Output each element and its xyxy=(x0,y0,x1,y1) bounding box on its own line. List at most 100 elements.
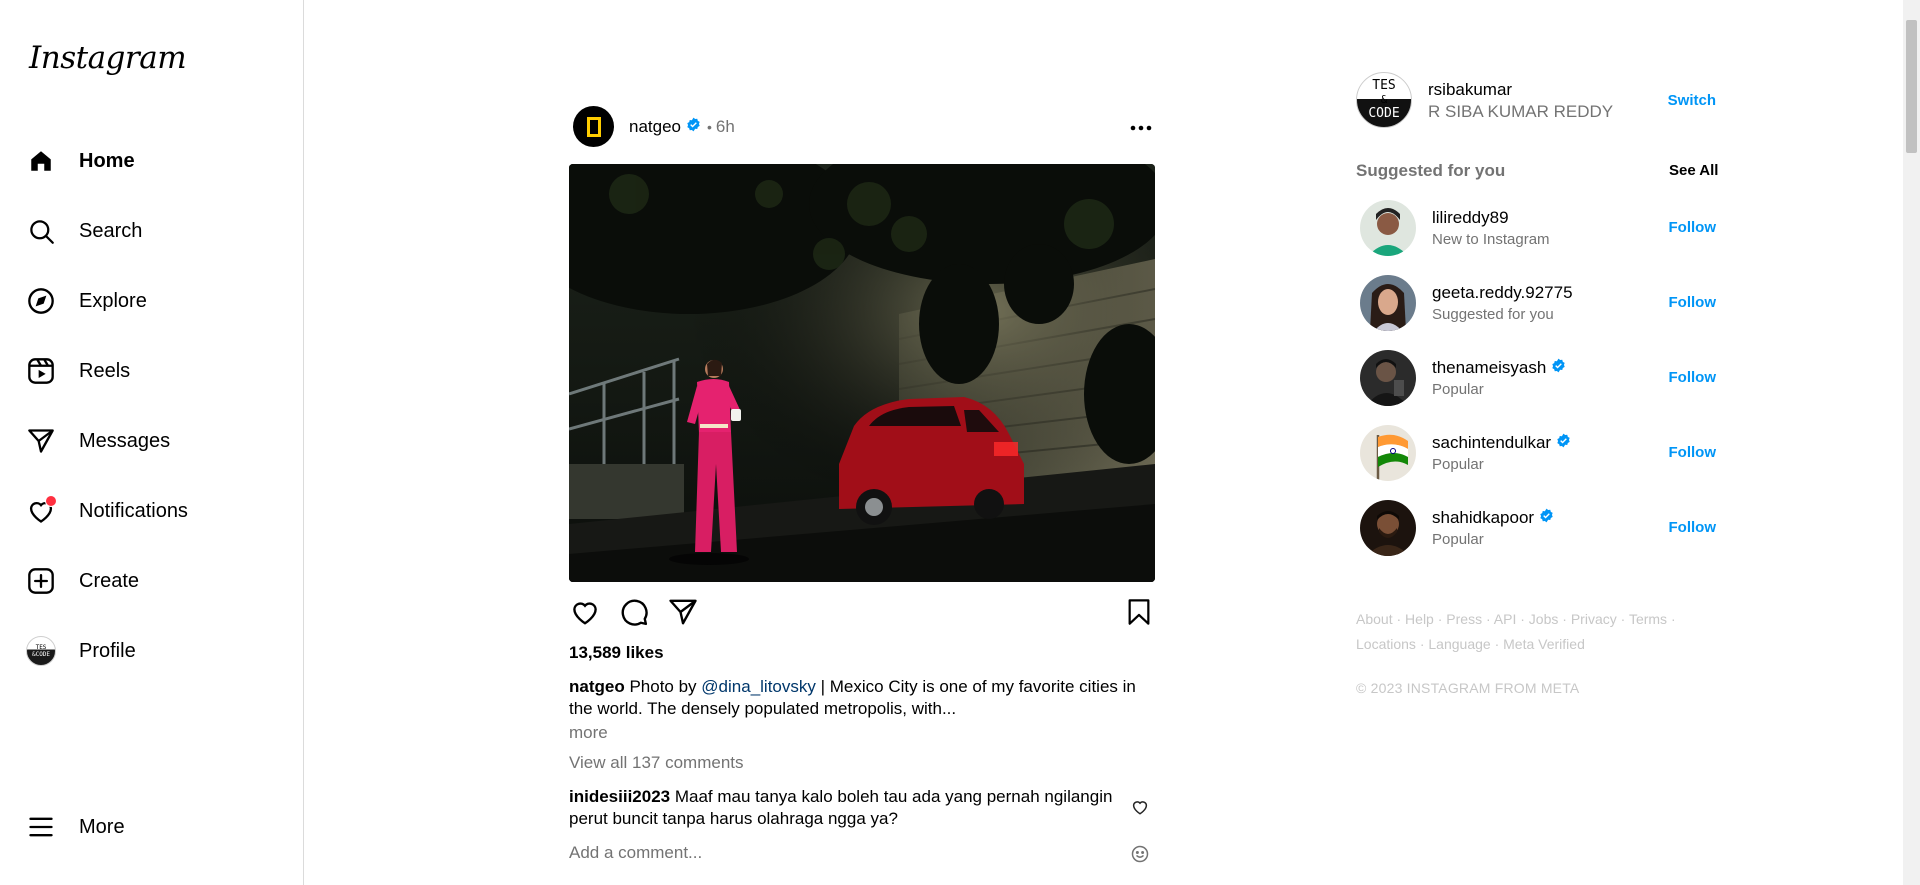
sidebar-item-home[interactable]: Home xyxy=(26,137,276,185)
footer-link-jobs[interactable]: Jobs xyxy=(1529,611,1559,627)
sidebar-item-explore[interactable]: Explore xyxy=(26,277,276,325)
current-user-fullname: R SIBA KUMAR REDDY xyxy=(1428,102,1614,121)
natgeo-avatar[interactable] xyxy=(573,106,614,147)
separator-dot: • xyxy=(707,119,712,135)
suggestion-username[interactable]: sachintendulkar xyxy=(1432,433,1551,453)
sidebar-item-create[interactable]: Create xyxy=(26,557,276,605)
footer-link-press[interactable]: Press xyxy=(1446,611,1482,627)
notification-dot xyxy=(45,495,57,507)
copyright-text: © 2023 INSTAGRAM FROM META xyxy=(1356,680,1580,696)
caption-username[interactable]: natgeo xyxy=(569,677,625,696)
like-button[interactable] xyxy=(569,596,601,628)
natgeo-logo-icon xyxy=(586,116,601,137)
suggestion-item: lilireddy89 New to Instagram Follow xyxy=(1356,200,1716,256)
heart-icon xyxy=(1132,801,1148,815)
footer-links: About · Help · Press · API · Jobs · Priv… xyxy=(1356,611,1676,652)
footer-link-language[interactable]: Language xyxy=(1428,636,1490,652)
sidebar-item-label: Notifications xyxy=(79,499,188,522)
suggestion-avatar[interactable] xyxy=(1360,500,1416,556)
follow-button[interactable]: Follow xyxy=(1669,219,1717,236)
reels-icon xyxy=(26,356,56,386)
footer-link-terms[interactable]: Terms xyxy=(1629,611,1667,627)
footer-link-privacy[interactable]: Privacy xyxy=(1571,611,1617,627)
save-button[interactable] xyxy=(1123,596,1155,628)
post-timestamp[interactable]: 6h xyxy=(716,117,735,137)
emoji-button[interactable] xyxy=(1131,845,1149,863)
search-icon xyxy=(26,216,56,246)
caption-more-link[interactable]: more xyxy=(569,723,608,743)
more-horizontal-icon xyxy=(1130,125,1152,131)
post-caption: natgeo Photo by @dina_litovsky | Mexico … xyxy=(569,676,1155,720)
sidebar-item-label: Reels xyxy=(79,359,131,382)
suggestion-avatar[interactable] xyxy=(1360,200,1416,256)
paper-plane-icon xyxy=(669,599,697,625)
caption-mention-link[interactable]: @dina_litovsky xyxy=(701,677,816,696)
see-all-link[interactable]: See All xyxy=(1669,162,1718,179)
suggestion-subtitle: Suggested for you xyxy=(1432,306,1554,323)
post-photo[interactable] xyxy=(569,164,1155,582)
sidebar: Instagram Home Search Explore Reels Mess… xyxy=(0,0,304,885)
page-scrollbar[interactable] xyxy=(1903,0,1920,885)
comment-bubble-icon xyxy=(621,599,648,626)
sidebar-item-label: More xyxy=(79,815,125,838)
caption-text: Photo by xyxy=(624,677,702,696)
add-comment-input[interactable] xyxy=(569,843,1129,863)
suggestion-username[interactable]: shahidkapoor xyxy=(1432,508,1534,528)
suggestion-item: geeta.reddy.92775 Suggested for you Foll… xyxy=(1356,275,1716,331)
scrollbar-thumb[interactable] xyxy=(1906,20,1917,153)
follow-button[interactable]: Follow xyxy=(1669,444,1717,461)
sidebar-item-search[interactable]: Search xyxy=(26,207,276,255)
share-button[interactable] xyxy=(667,596,699,628)
suggestion-subtitle: Popular xyxy=(1432,531,1484,548)
post-actions xyxy=(569,596,1155,628)
home-icon xyxy=(26,146,56,176)
suggestion-avatar[interactable] xyxy=(1360,275,1416,331)
comment-like-button[interactable] xyxy=(1131,798,1149,816)
sidebar-item-label: Search xyxy=(79,219,143,242)
comment-username[interactable]: inidesiii2023 xyxy=(569,787,670,806)
sidebar-item-more[interactable]: More xyxy=(26,803,276,851)
footer-link-locations[interactable]: Locations xyxy=(1356,636,1416,652)
suggestions-title: Suggested for you xyxy=(1356,161,1506,180)
switch-account-button[interactable]: Switch xyxy=(1668,92,1716,109)
footer-link-meta-verified[interactable]: Meta Verified xyxy=(1503,636,1585,652)
compass-icon xyxy=(26,286,56,316)
footer-link-api[interactable]: API xyxy=(1494,611,1517,627)
sidebar-item-messages[interactable]: Messages xyxy=(26,417,276,465)
sidebar-item-notifications[interactable]: Notifications xyxy=(26,487,276,535)
hamburger-menu-icon xyxy=(26,812,56,842)
suggestion-subtitle: Popular xyxy=(1432,381,1484,398)
post-options-button[interactable] xyxy=(1127,114,1155,142)
view-all-comments-link[interactable]: View all 137 comments xyxy=(569,753,744,773)
instagram-logo[interactable]: Instagram xyxy=(29,40,187,76)
post-username[interactable]: natgeo xyxy=(629,117,681,137)
suggestion-avatar[interactable] xyxy=(1360,425,1416,481)
current-user-avatar[interactable]: TES & CODE xyxy=(1356,72,1412,128)
comment-button[interactable] xyxy=(618,596,650,628)
suggestion-subtitle: New to Instagram xyxy=(1432,231,1550,248)
suggestion-username[interactable]: thenameisyash xyxy=(1432,358,1546,378)
current-username[interactable]: rsibakumar xyxy=(1428,80,1512,100)
sidebar-item-profile[interactable]: TES &CODE Profile xyxy=(26,627,276,675)
follow-button[interactable]: Follow xyxy=(1669,519,1717,536)
sidebar-item-reels[interactable]: Reels xyxy=(26,347,276,395)
comment-item: inidesiii2023 Maaf mau tanya kalo boleh … xyxy=(569,786,1129,830)
verified-badge-icon xyxy=(1539,508,1554,528)
suggestion-subtitle: Popular xyxy=(1432,456,1484,473)
plus-square-icon xyxy=(26,566,56,596)
suggestion-username[interactable]: lilireddy89 xyxy=(1432,208,1509,228)
post-header: natgeo • 6h xyxy=(573,106,1155,150)
bookmark-icon xyxy=(1128,599,1150,625)
footer-link-about[interactable]: About xyxy=(1356,611,1393,627)
paper-plane-icon xyxy=(26,426,56,456)
suggestion-avatar[interactable] xyxy=(1360,350,1416,406)
verified-badge-icon xyxy=(1556,433,1571,453)
suggestion-username[interactable]: geeta.reddy.92775 xyxy=(1432,283,1573,303)
follow-button[interactable]: Follow xyxy=(1669,294,1717,311)
verified-badge-icon xyxy=(1551,358,1566,378)
footer-link-help[interactable]: Help xyxy=(1405,611,1434,627)
likes-count[interactable]: 13,589 likes xyxy=(569,643,664,663)
sidebar-item-label: Messages xyxy=(79,429,171,452)
sidebar-item-label: Explore xyxy=(79,289,147,312)
follow-button[interactable]: Follow xyxy=(1669,369,1717,386)
